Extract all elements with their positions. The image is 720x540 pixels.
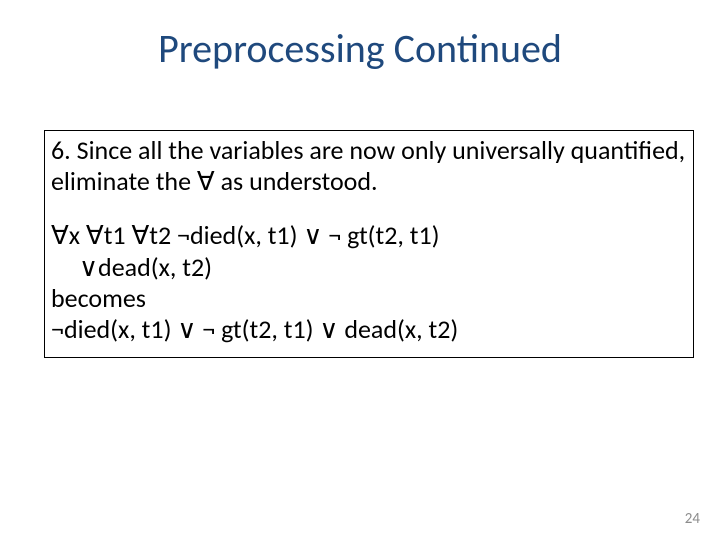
page-number: 24 [685, 510, 700, 528]
formula-line-2: ∨dead(x, t2) [51, 252, 687, 283]
formula-line-3: ¬died(x, t1) ∨ ¬ gt(t2, t1) ∨ dead(x, t2… [51, 314, 687, 345]
formula-block: ∀x ∀t1 ∀t2 ¬died(x, t1) ∨ ¬ gt(t2, t1) ∨… [51, 220, 687, 345]
becomes-label: becomes [51, 283, 687, 314]
slide: Preprocessing Continued 6. Since all the… [0, 0, 720, 540]
formula-line-1: ∀x ∀t1 ∀t2 ¬died(x, t1) ∨ ¬ gt(t2, t1) [51, 220, 687, 251]
forall-icon: ∀ [197, 165, 215, 197]
slide-title: Preprocessing Continued [0, 24, 720, 73]
step-number: 6. [51, 134, 71, 166]
step-text-after: as understood. [215, 165, 378, 197]
content-box: 6. Since all the variables are now only … [44, 130, 694, 358]
step-6: 6. Since all the variables are now only … [51, 135, 687, 196]
